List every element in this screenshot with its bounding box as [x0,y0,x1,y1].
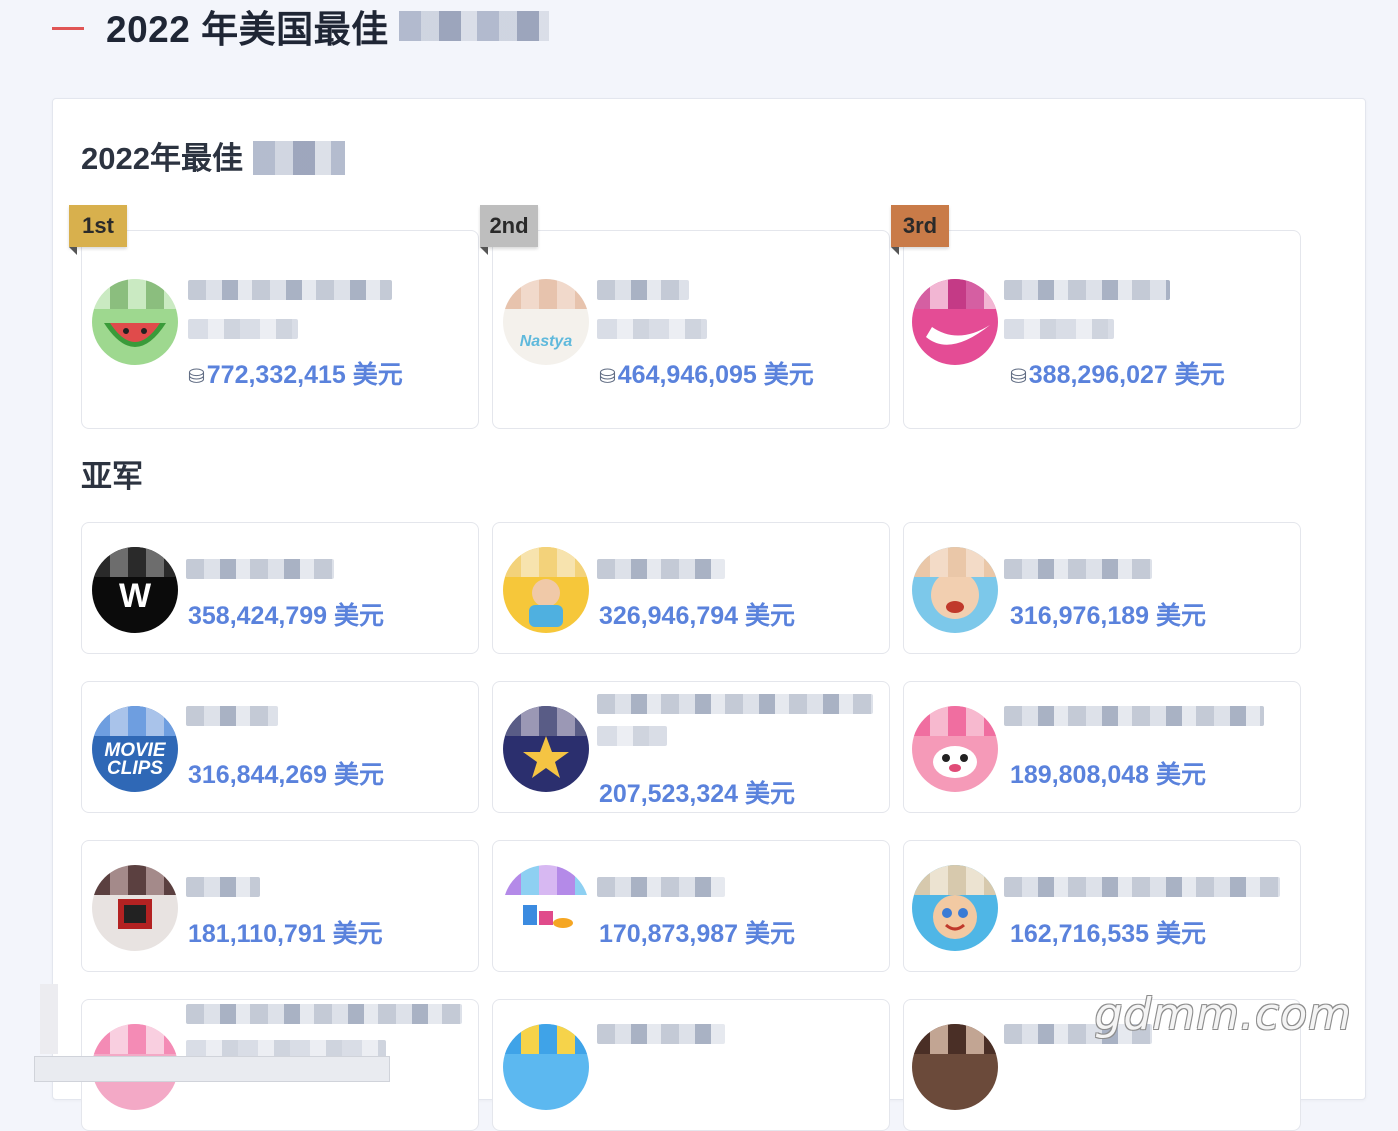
runner-card[interactable]: 170,873,987 美元 [492,840,890,972]
runners-up-section-title: 亚军 [81,459,143,494]
channel-avatar [912,547,998,633]
redacted-title-suffix [398,11,549,41]
channel-avatar: W [92,547,178,633]
earnings-amount: ⛁388,296,027 美元 [1010,361,1225,389]
channel-avatar [912,706,998,792]
top3-card-3[interactable]: 3rd ⛁388,296,027 美元 [891,205,1301,429]
bottom-overlay-bar [34,1056,390,1082]
runner-card[interactable]: 181,110,791 美元 [81,840,479,972]
title-accent-dash [52,26,84,30]
channel-avatar [92,279,178,365]
page-title: 2022 年美国最佳 [106,9,389,50]
rank-badge: 1st [69,205,127,255]
top3-card-2[interactable]: 2nd Nastya ⛁464,946,095 美元 [480,205,890,429]
channel-avatar [912,865,998,951]
runner-card[interactable]: 207,523,324 美元 [492,681,890,813]
coins-icon: ⛁ [188,366,205,388]
channel-avatar [912,279,998,365]
runner-card[interactable]: MOVIE CLIPS 316,844,269 美元 [81,681,479,813]
runner-card[interactable]: 326,946,794 美元 [492,522,890,654]
top3-section-title: 2022年最佳 [81,133,345,178]
earnings-amount: 316,976,189 美元 [1010,602,1206,630]
ranking-panel: 2022年最佳 1st ⛁772,332,415 美元 2nd Nastya ⛁… [52,98,1366,1131]
rank-badge: 3rd [891,205,949,255]
watermark-text: gdmm.com [1094,989,1352,1040]
runner-card[interactable]: 189,808,048 美元 [903,681,1301,813]
earnings-amount: 189,808,048 美元 [1010,761,1206,789]
channel-avatar: Nastya [503,279,589,365]
coins-icon: ⛁ [1010,366,1027,388]
earnings-amount: 316,844,269 美元 [188,761,384,789]
channel-avatar [503,1024,589,1110]
channel-avatar [92,865,178,951]
coins-icon: ⛁ [599,366,616,388]
movieclips-logo: MOVIE CLIPS [104,740,166,779]
earnings-amount: 170,873,987 美元 [599,920,795,948]
channel-avatar: MOVIE CLIPS [92,706,178,792]
runner-card-partial[interactable] [492,999,890,1131]
earnings-amount: 358,424,799 美元 [188,602,384,630]
runner-card[interactable]: 162,716,535 美元 [903,840,1301,972]
earnings-amount: ⛁464,946,095 美元 [599,361,814,389]
rank-badge: 2nd [480,205,538,255]
channel-avatar [912,1024,998,1110]
wwe-logo: W [118,576,152,615]
earnings-amount: 207,523,324 美元 [599,780,795,808]
ghost-overlay [40,984,58,1054]
earnings-amount: ⛁772,332,415 美元 [188,361,403,389]
channel-avatar [503,706,589,792]
top3-card-1[interactable]: 1st ⛁772,332,415 美元 [69,205,479,429]
earnings-amount: 181,110,791 美元 [188,920,383,948]
channel-avatar [503,547,589,633]
channel-avatar [503,865,589,951]
page-header: 2022 年美国最佳 [52,0,549,52]
earnings-amount: 162,716,535 美元 [1010,920,1206,948]
earnings-amount: 326,946,794 美元 [599,602,795,630]
runner-card[interactable]: 316,976,189 美元 [903,522,1301,654]
runner-card[interactable]: W 358,424,799 美元 [81,522,479,654]
